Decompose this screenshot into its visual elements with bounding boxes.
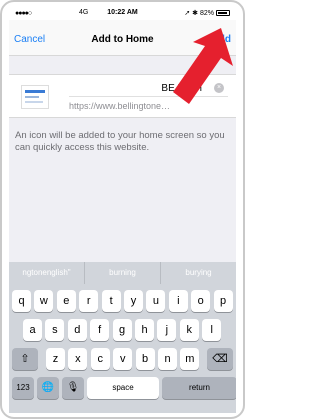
keyboard-row-2: asdfghjkl [9, 319, 236, 341]
globe-key[interactable]: 🌐 [37, 377, 59, 399]
key-r[interactable]: r [79, 290, 99, 312]
key-j[interactable]: j [157, 319, 177, 341]
battery-icon [216, 10, 230, 16]
keyboard-row-4: 123 🌐 🎙 space return [9, 377, 236, 399]
keyboard: qwertyuiop asdfghjkl ⇧ ⌫ zxcvbnm 123 🌐 🎙… [9, 284, 236, 413]
key-a[interactable]: a [23, 319, 42, 341]
key-v[interactable]: v [113, 348, 133, 370]
key-k[interactable]: k [179, 319, 199, 341]
key-x[interactable]: x [68, 348, 88, 370]
key-d[interactable]: d [67, 319, 87, 341]
key-u[interactable]: u [146, 290, 166, 312]
key-m[interactable]: m [180, 348, 200, 370]
key-p[interactable]: p [213, 290, 233, 312]
suggestion-item[interactable]: ngtonenglish" [9, 262, 85, 284]
key-w[interactable]: w [34, 290, 54, 312]
screen: ●●●●○ 4G 10:22 AM ➚ ✱ 82% Cancel Add to … [9, 6, 236, 413]
key-l[interactable]: l [202, 319, 222, 341]
key-z[interactable]: z [46, 348, 65, 370]
key-e[interactable]: e [56, 290, 76, 312]
microphone-key[interactable]: 🎙 [62, 377, 84, 399]
phone-frame: ●●●●○ 4G 10:22 AM ➚ ✱ 82% Cancel Add to … [0, 0, 245, 419]
status-right: ➚ ✱ 82% [184, 9, 230, 17]
numbers-key[interactable]: 123 [12, 377, 34, 399]
key-y[interactable]: y [124, 290, 143, 312]
key-h[interactable]: h [135, 319, 154, 341]
key-g[interactable]: g [112, 319, 132, 341]
website-thumbnail-icon [21, 85, 49, 109]
key-c[interactable]: c [90, 348, 110, 370]
space-key[interactable]: space [87, 377, 159, 399]
hint-text: An icon will be added to your home scree… [15, 130, 225, 153]
suggestion-item[interactable]: burning [85, 262, 161, 284]
status-bar: ●●●●○ 4G 10:22 AM ➚ ✱ 82% [9, 6, 236, 20]
key-t[interactable]: t [101, 290, 121, 312]
battery-text: ➚ ✱ 82% [184, 10, 214, 17]
key-o[interactable]: o [191, 290, 211, 312]
backspace-key[interactable]: ⌫ [207, 348, 233, 370]
key-n[interactable]: n [158, 348, 177, 370]
suggestion-item[interactable]: burying [161, 262, 236, 284]
keyboard-row-1: qwertyuiop [9, 290, 236, 312]
key-b[interactable]: b [135, 348, 155, 370]
red-arrow-icon [173, 28, 233, 104]
return-key[interactable]: return [162, 377, 236, 399]
key-s[interactable]: s [45, 319, 65, 341]
key-q[interactable]: q [12, 290, 31, 312]
keyboard-row-3: ⇧ ⌫ zxcvbnm [9, 348, 236, 370]
key-f[interactable]: f [90, 319, 110, 341]
shift-key[interactable]: ⇧ [12, 348, 38, 370]
suggestion-bar: ngtonenglish" burning burying [9, 262, 236, 284]
key-i[interactable]: i [168, 290, 188, 312]
